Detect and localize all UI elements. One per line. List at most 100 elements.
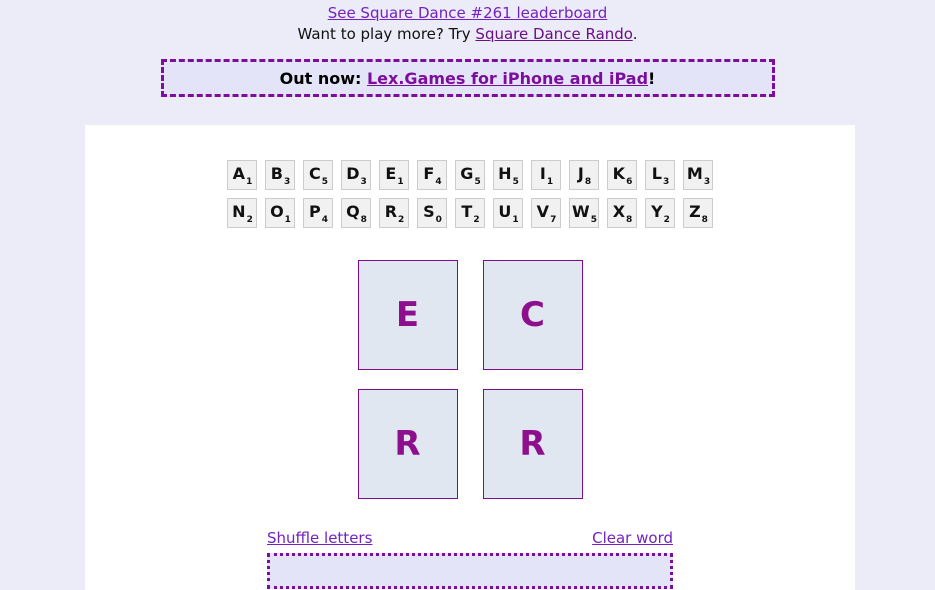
rack-tile: V7 <box>531 198 561 228</box>
rack-tile-letter: W <box>572 202 590 221</box>
rack-tile: E1 <box>379 160 409 190</box>
lex-games-link[interactable]: Lex.Games for iPhone and iPad <box>367 69 648 88</box>
rack-tile: R2 <box>379 198 409 228</box>
board-row-1: E C <box>357 260 583 370</box>
rack-tile-value: 4 <box>321 215 328 225</box>
rack-tile: N2 <box>227 198 257 228</box>
rack-tile: T2 <box>455 198 485 228</box>
rack-tile: W5 <box>569 198 599 228</box>
rack-tile-letter: E <box>385 164 397 183</box>
rack-tile-letter: J <box>577 164 584 183</box>
rack-tile-value: 5 <box>590 215 597 225</box>
rack-tile-letter: H <box>498 164 512 183</box>
rack-tile-value: 7 <box>550 215 557 225</box>
board-tile[interactable]: R <box>482 389 583 499</box>
rack-tile: H5 <box>493 160 523 190</box>
rack-tile-letter: T <box>461 202 473 221</box>
app-promo-banner: Out now: Lex.Games for iPhone and iPad! <box>160 59 775 97</box>
rack-tile-value: 1 <box>284 215 291 225</box>
rack-tile-letter: M <box>686 164 703 183</box>
play-more-line: Want to play more? Try Square Dance Rand… <box>0 24 935 45</box>
rack-tile-value: 0 <box>435 215 442 225</box>
rack-tile-value: 5 <box>512 177 519 187</box>
rack-tile-value: 4 <box>435 177 442 187</box>
rack-tile-letter: Y <box>651 202 663 221</box>
rack-tile-letter: F <box>423 164 435 183</box>
rack-tile: Q8 <box>341 198 371 228</box>
rack-tile-letter: Z <box>689 202 701 221</box>
rack-tile-value: 3 <box>662 177 670 187</box>
rack-tile-letter: D <box>346 164 360 183</box>
rack-tile: U1 <box>493 198 523 228</box>
rack-tile-value: 6 <box>626 177 633 187</box>
rack-tile: Z8 <box>683 198 713 228</box>
banner-prefix: Out now: <box>279 68 367 88</box>
rack-tile-letter: R <box>384 202 398 221</box>
shuffle-letters-button[interactable]: Shuffle letters <box>267 529 372 547</box>
rack-tile: M3 <box>683 160 713 190</box>
rack-tile: J8 <box>569 160 599 190</box>
rack-tile: I1 <box>531 160 561 190</box>
square-dance-rando-link[interactable]: Square Dance Rando <box>475 25 632 43</box>
rack-tile: A1 <box>227 160 257 190</box>
rack-tile: C5 <box>303 160 333 190</box>
rack-tile-letter: A <box>232 164 246 183</box>
rack-tile: X8 <box>607 198 637 228</box>
rack-tile: O1 <box>265 198 295 228</box>
rack-tile: K6 <box>607 160 637 190</box>
game-card: A1 B3 C5 D3 E1 F4 G5 H5 I 1 J 8 K 6 L 3 … <box>85 125 855 590</box>
board-tile-letter: C <box>520 295 545 335</box>
leaderboard-line: See Square Dance #261 leaderboard <box>0 3 935 24</box>
rack-tile-value: 2 <box>473 215 480 225</box>
rack-tile: S0 <box>417 198 447 228</box>
rack-tile-letter: N <box>232 202 246 221</box>
rack-tile-letter: C <box>308 164 321 183</box>
board-tile[interactable]: R <box>357 389 458 499</box>
current-word-input[interactable] <box>267 553 673 589</box>
rack-tile-letter: I <box>539 164 546 183</box>
letter-board: E C R R <box>85 260 855 499</box>
rack-tile-value: 8 <box>701 215 708 225</box>
rack-tile-value: 2 <box>398 215 405 225</box>
banner-suffix: ! <box>648 68 656 88</box>
rack-tile-letter: S <box>423 202 435 221</box>
rack-tile-value: 2 <box>246 215 253 225</box>
rack-tile-value: 1 <box>512 215 519 225</box>
rack-tile-value: 2 <box>663 215 670 225</box>
rack-tile-value: 5 <box>321 177 328 187</box>
rack-tile: L3 <box>645 160 675 190</box>
rack-tile-value: 3 <box>283 177 291 187</box>
rack-tile-value: 8 <box>626 215 633 225</box>
board-controls: Shuffle letters Clear word <box>267 529 673 547</box>
rack-tile-value: 3 <box>360 177 367 187</box>
rack-tile-letter: B <box>270 164 283 183</box>
rack-tile: G5 <box>455 160 485 190</box>
clear-word-button[interactable]: Clear word <box>592 529 673 547</box>
board-tile[interactable]: E <box>357 260 458 370</box>
letter-rack-row-2: N2 O1 P4 Q8 R2 S0 T2 U1 V 7 W 5 X 8 Y 2 … <box>85 198 855 228</box>
leaderboard-link[interactable]: See Square Dance #261 leaderboard <box>328 4 608 22</box>
letter-rack-row-1: A1 B3 C5 D3 E1 F4 G5 H5 I 1 J 8 K 6 L 3 … <box>85 160 855 190</box>
rack-tile: P4 <box>303 198 333 228</box>
rack-tile-letter: X <box>612 202 626 221</box>
rack-tile-letter: K <box>612 164 626 183</box>
rack-tile-letter: V <box>536 202 550 221</box>
rack-tile-value: 5 <box>474 177 481 187</box>
rack-tile: B3 <box>265 160 295 190</box>
board-tile-letter: R <box>394 424 421 464</box>
letter-value-rack: A1 B3 C5 D3 E1 F4 G5 H5 I 1 J 8 K 6 L 3 … <box>85 125 855 228</box>
board-tile-letter: R <box>519 424 546 464</box>
board-tile[interactable]: C <box>482 260 583 370</box>
rack-tile-letter: U <box>498 202 512 221</box>
play-more-prefix: Want to play more? Try <box>297 25 476 43</box>
banner-text: Out now: Lex.Games for iPhone and iPad! <box>280 69 656 88</box>
play-more-suffix: . <box>632 25 638 43</box>
board-tile-letter: E <box>395 295 420 335</box>
board-row-2: R R <box>357 389 583 499</box>
rack-tile-letter: L <box>651 164 662 183</box>
rack-tile-letter: P <box>309 202 321 221</box>
rack-tile-value: 8 <box>360 215 367 225</box>
rack-tile-letter: G <box>460 164 474 183</box>
rack-tile: F4 <box>417 160 447 190</box>
rack-tile-value: 1 <box>397 177 404 187</box>
